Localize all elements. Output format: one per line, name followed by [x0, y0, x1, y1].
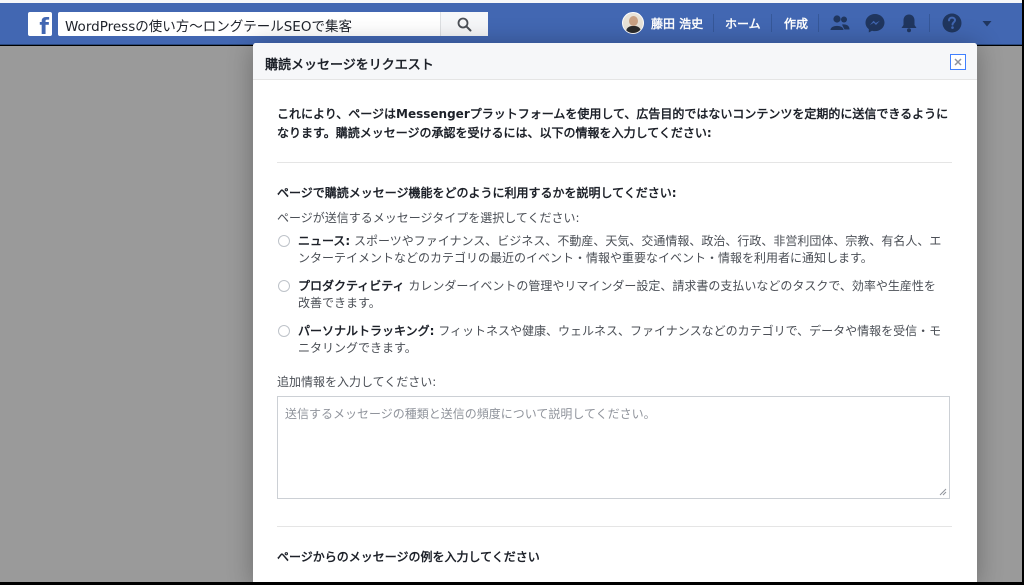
textarea-placeholder: 送信するメッセージの種類と送信の頻度について説明してください。 [285, 407, 656, 421]
friend-requests-icon[interactable] [829, 12, 851, 34]
account-menu-chevron-down-icon[interactable] [981, 20, 993, 28]
radio-button[interactable] [278, 235, 290, 247]
option-text: ニュース: スポーツやファイナンス、ビジネス、不動産、天気、交通情報、政治、行政… [298, 233, 946, 267]
browser-viewport: f WordPressの使い方〜ロングテールSEOで集客 藤田 浩史 ホーム 作… [0, 0, 1022, 582]
messenger-icon[interactable] [864, 12, 886, 34]
dialog-intro-text: これにより、ページはMessengerプラットフォームを使用して、広告目的ではな… [277, 107, 949, 140]
option-label: パーソナルトラッキング: [298, 324, 435, 338]
search-input[interactable]: WordPressの使い方〜ロングテールSEOで集客 [65, 15, 352, 35]
resize-handle-icon[interactable] [939, 488, 947, 496]
option-text: プロダクティビティ カレンダーイベントの管理やリマインダー設定、請求書の支払いな… [298, 278, 946, 312]
option-text: パーソナルトラッキング: フィットネスや健康、ウェルネス、ファイナンスなどのカテ… [298, 323, 946, 357]
nav-home-link[interactable]: ホーム [725, 15, 761, 32]
subscription-messaging-request-dialog: 購読メッセージをリクエスト これにより、ページはMessengerプラットフォー… [253, 43, 977, 582]
search-icon [457, 17, 472, 32]
close-icon [954, 58, 962, 66]
section-divider [277, 162, 952, 163]
message-example-heading: ページからのメッセージの例を入力してください [277, 550, 540, 564]
facebook-logo-icon[interactable]: f [28, 12, 52, 39]
profile-name-link[interactable]: 藤田 浩史 [651, 15, 703, 32]
additional-info-label: 追加情報を入力してください: [277, 375, 437, 389]
search-button[interactable] [440, 12, 488, 36]
usage-question-heading: ページで購読メッセージ機能をどのように利用するかを説明してください: [277, 186, 677, 200]
radio-button[interactable] [278, 325, 290, 337]
dialog-header: 購読メッセージをリクエスト [253, 43, 977, 80]
message-type-label: ページが送信するメッセージタイプを選択してください: [277, 211, 580, 225]
nav-divider [771, 14, 772, 32]
radio-button[interactable] [278, 280, 290, 292]
top-navigation-bar: f WordPressの使い方〜ロングテールSEOで集客 藤田 浩史 ホーム 作… [0, 0, 1022, 45]
dialog-title: 購読メッセージをリクエスト [265, 58, 434, 73]
section-divider [277, 526, 952, 527]
help-question-icon[interactable] [941, 12, 963, 34]
nav-divider [818, 14, 819, 32]
profile-avatar[interactable] [622, 12, 644, 34]
close-button[interactable] [950, 54, 966, 70]
option-label: プロダクティビティ [298, 279, 405, 293]
option-description: スポーツやファイナンス、ビジネス、不動産、天気、交通情報、政治、行政、非営利団体… [298, 234, 942, 265]
additional-info-textarea[interactable]: 送信するメッセージの種類と送信の頻度について説明してください。 [277, 396, 950, 499]
notifications-bell-icon[interactable] [898, 12, 920, 34]
nav-create-link[interactable]: 作成 [784, 15, 808, 32]
option-label: ニュース: [298, 234, 351, 248]
nav-divider [929, 14, 930, 32]
nav-divider [713, 14, 714, 32]
search-box[interactable]: WordPressの使い方〜ロングテールSEOで集客 [58, 12, 488, 36]
top-edge-strip [0, 0, 1022, 3]
